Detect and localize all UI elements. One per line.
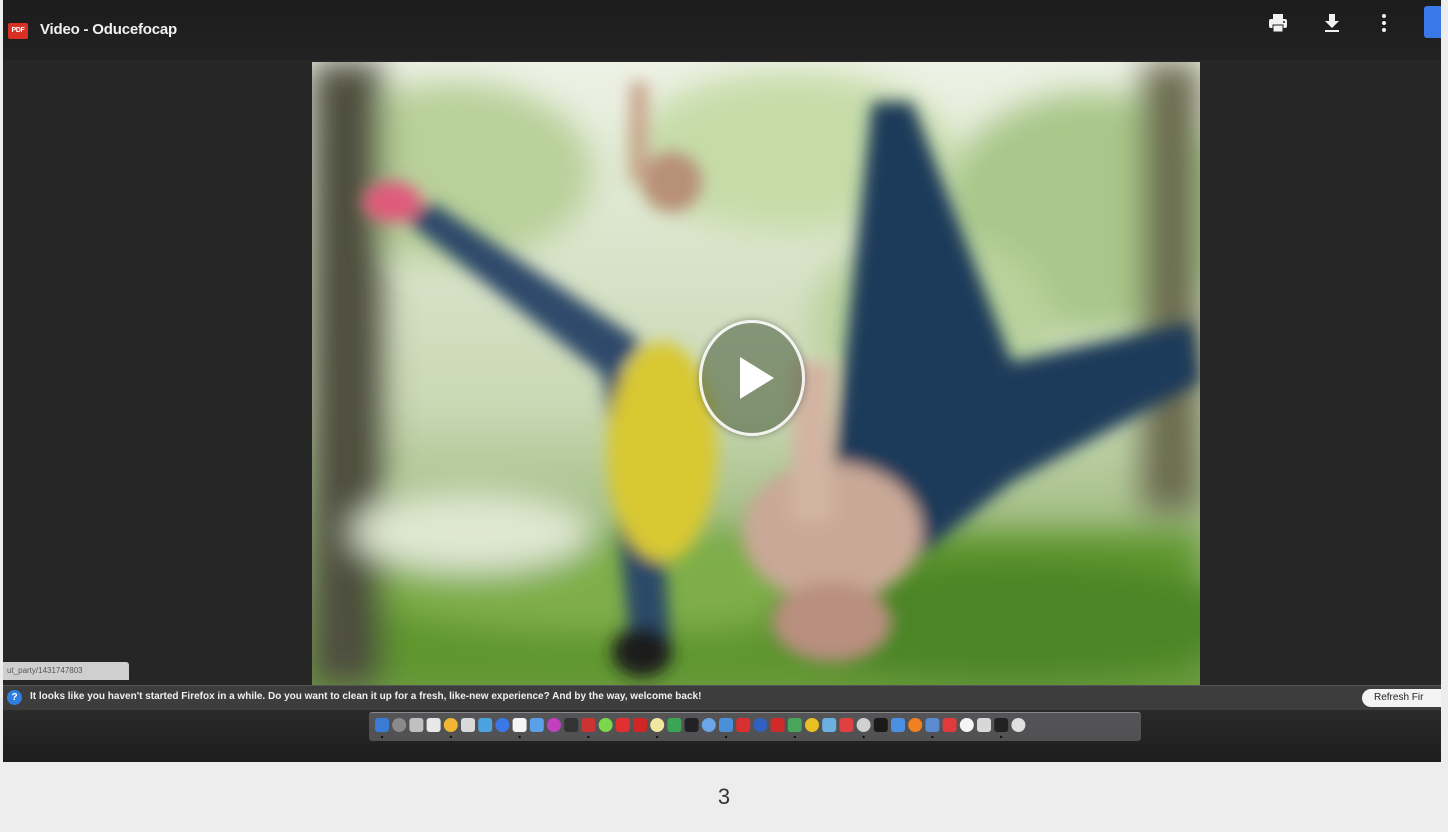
dock-app-icon[interactable] <box>633 718 647 732</box>
dock-app-icon[interactable] <box>822 718 837 732</box>
dock-running-indicator <box>587 735 590 739</box>
dock-app-icon[interactable] <box>547 718 561 732</box>
download-icon[interactable] <box>1319 10 1345 36</box>
dock-app-icon[interactable] <box>856 718 871 732</box>
pdf-app-icon: PDF <box>8 23 28 39</box>
dock-app-icon[interactable] <box>719 718 733 732</box>
dock-running-indicator <box>380 735 384 739</box>
dock-app-icon[interactable] <box>409 718 424 732</box>
dock-running-indicator <box>793 735 796 739</box>
dock-app-icon[interactable] <box>839 718 854 732</box>
dock-app-icon[interactable] <box>1011 718 1026 732</box>
dock-app-icon[interactable] <box>959 718 974 732</box>
macos-dock <box>369 712 1141 741</box>
sidebar-toggle-tab[interactable] <box>1424 6 1441 38</box>
play-icon <box>740 357 774 399</box>
notification-bar: ? It looks like you haven't started Fire… <box>3 685 1441 710</box>
dock-running-indicator <box>862 735 865 739</box>
dock-app-icon[interactable] <box>443 718 458 732</box>
dock-running-indicator <box>518 735 521 739</box>
dock-app-icon[interactable] <box>564 718 579 732</box>
dock-app-icon[interactable] <box>925 718 940 732</box>
dock-app-icon[interactable] <box>495 718 510 732</box>
document-title: Video - Oducefocap <box>40 21 177 38</box>
dock-app-icon[interactable] <box>942 718 957 732</box>
browser-window: PDF Video - Oducefocap ut_party/14317478… <box>3 0 1441 762</box>
dock-app-icon[interactable] <box>375 718 389 732</box>
dock-running-indicator <box>656 735 659 739</box>
notification-message: It looks like you haven't started Firefo… <box>30 691 702 702</box>
dock-app-icon[interactable] <box>770 718 785 732</box>
status-url-tooltip: ut_party/1431747803 <box>3 662 129 680</box>
dock-app-icon[interactable] <box>994 718 1009 732</box>
dock-app-icon[interactable] <box>615 718 630 732</box>
info-icon: ? <box>7 690 22 705</box>
dock-app-icon[interactable] <box>753 718 768 732</box>
play-button[interactable] <box>699 320 805 436</box>
dock-app-icon[interactable] <box>908 718 923 732</box>
dock-app-icon[interactable] <box>598 718 613 732</box>
dock-app-icon[interactable] <box>977 718 991 732</box>
dock-app-icon[interactable] <box>478 718 493 732</box>
dock-app-icon[interactable] <box>512 718 527 732</box>
pdf-viewer-toolbar: PDF Video - Oducefocap <box>3 0 1441 60</box>
dock-app-icon[interactable] <box>529 718 544 732</box>
dock-app-icon[interactable] <box>805 718 819 732</box>
dock-app-icon[interactable] <box>392 718 407 732</box>
dock-app-icon[interactable] <box>787 718 802 732</box>
dock-app-icon[interactable] <box>426 718 441 732</box>
desktop-dock-area <box>3 710 1441 762</box>
dock-running-indicator <box>724 735 728 739</box>
dock-running-indicator <box>449 735 452 739</box>
dock-app-icon[interactable] <box>873 718 888 732</box>
refresh-firefox-button[interactable]: Refresh Fir <box>1362 689 1441 707</box>
dock-app-icon[interactable] <box>701 718 716 732</box>
page-number: 3 <box>717 784 731 809</box>
dock-app-icon[interactable] <box>461 718 475 732</box>
more-vertical-icon[interactable] <box>1371 10 1397 36</box>
dock-running-indicator <box>931 735 934 739</box>
dock-app-icon[interactable] <box>650 718 665 732</box>
dock-app-icon[interactable] <box>667 718 682 732</box>
dock-app-icon[interactable] <box>736 718 751 732</box>
dock-running-indicator <box>1000 735 1003 739</box>
dock-app-icon[interactable] <box>684 718 699 732</box>
print-icon[interactable] <box>1265 10 1291 36</box>
dock-app-icon[interactable] <box>891 718 905 732</box>
dock-app-icon[interactable] <box>581 718 596 732</box>
